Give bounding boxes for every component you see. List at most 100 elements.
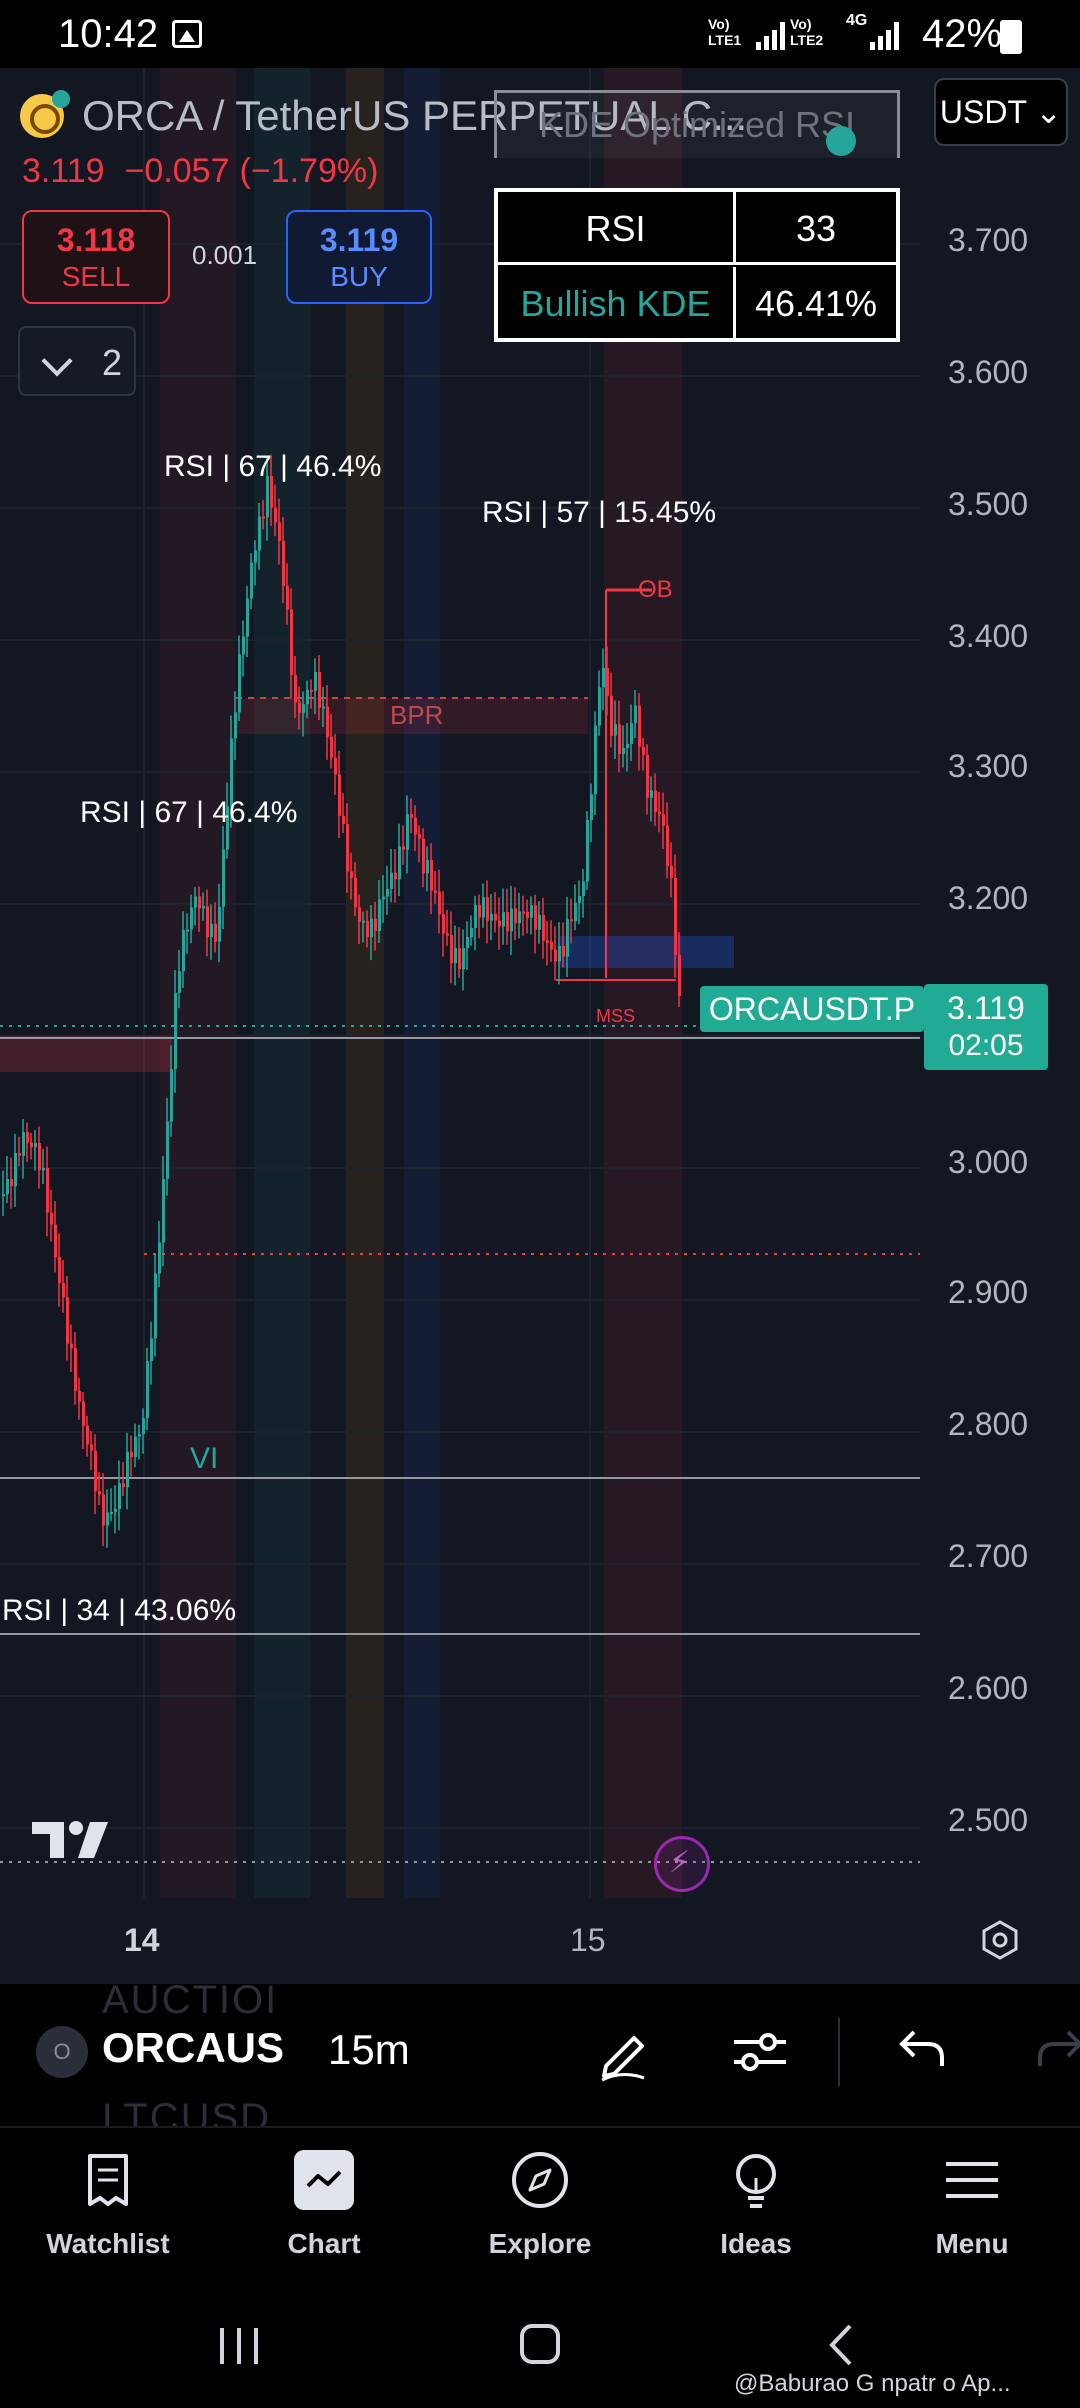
candle-body [74, 1348, 77, 1391]
candle-body [442, 914, 445, 934]
candle-body [38, 1143, 41, 1171]
indicators-sliders-icon[interactable] [728, 2020, 792, 2084]
candle-body [118, 1483, 121, 1509]
candle-body [202, 906, 205, 909]
buy-price: 3.119 [319, 222, 399, 258]
nav-watchlist[interactable]: Watchlist [8, 2138, 208, 2278]
candle-body [50, 1212, 53, 1225]
kde-row-bullish: Bullish KDE 46.41% [498, 267, 896, 340]
interval-button[interactable]: 15m [328, 2026, 410, 2074]
bar-countdown: 02:05 [948, 1029, 1024, 1062]
candle-body [334, 757, 337, 775]
candle-body [510, 908, 513, 932]
candle-body [70, 1343, 73, 1349]
candle-body [358, 907, 361, 922]
y-tick: 3.000 [948, 1144, 1029, 1180]
mss-label: MSS [596, 1006, 636, 1026]
y-tick: 3.700 [948, 222, 1029, 258]
watchlist-icon [88, 2154, 128, 2206]
tradingview-logo-icon [32, 1821, 108, 1858]
sim1-signal: Vo) LTE1 [708, 16, 794, 56]
nav-menu[interactable]: Menu [872, 2138, 1072, 2278]
candle-body [634, 705, 637, 723]
candle-body [546, 940, 549, 943]
kde-rsi-table: KDE Optimized RSI RSI 33 Bullish KDE 46.… [494, 90, 900, 342]
candle-body [198, 896, 201, 909]
nav-explore[interactable]: Explore [440, 2138, 640, 2278]
candle-body [530, 905, 533, 918]
candle-body [78, 1390, 81, 1402]
back-icon[interactable] [826, 2322, 856, 2368]
candle-body [34, 1143, 37, 1148]
pencil-draw-icon[interactable] [592, 2020, 656, 2084]
status-bar: 10:42 Vo) LTE1 Vo) LTE2 4G 42% [0, 0, 1080, 68]
candle-body [670, 865, 673, 879]
symbol-search-button[interactable]: ORCAUS [102, 2024, 284, 2072]
chart-area[interactable]: ORCA / TetherUS PERPETUAL C... 3.119 −0.0… [0, 68, 1080, 1984]
candle-body [394, 872, 397, 880]
sim2-signal: Vo) LTE2 4G [790, 12, 876, 56]
candle-body [478, 904, 481, 918]
candle-body [126, 1451, 129, 1488]
candle-body [638, 705, 641, 747]
candle-body [370, 918, 373, 938]
nav-label: Menu [935, 2228, 1009, 2259]
candle-body [102, 1494, 105, 1526]
fvg-zone [0, 1036, 172, 1072]
candle-body [290, 609, 293, 675]
candle-body [562, 945, 565, 957]
candle-body [558, 945, 561, 962]
candle-body [130, 1451, 133, 1457]
toolbar-divider [838, 2018, 840, 2086]
candle-body [94, 1450, 97, 1492]
candle-body [234, 712, 237, 739]
candle-body [258, 516, 261, 551]
candle-body [162, 1178, 165, 1243]
y-tick: 3.300 [948, 748, 1029, 784]
settings-hexagon-icon[interactable] [980, 1920, 1020, 1960]
currency-selector[interactable]: USDT ⌄ [934, 78, 1068, 146]
indicators-toggle-button[interactable]: 2 [18, 326, 136, 396]
session-band [604, 68, 682, 1898]
candle-body [390, 872, 393, 889]
candle-body [598, 687, 601, 726]
candle-body [650, 790, 653, 798]
kde-bullish-value: 46.41% [754, 283, 878, 324]
candle-body [538, 914, 541, 930]
candle-body [626, 743, 629, 748]
nav-chart[interactable]: Chart [224, 2138, 424, 2278]
home-icon[interactable] [518, 2322, 562, 2366]
candle-body [662, 814, 665, 826]
candle-body [462, 948, 465, 970]
candle-body [42, 1167, 45, 1171]
candle-body [322, 706, 325, 709]
undo-icon[interactable] [888, 2020, 952, 2084]
nav-ideas[interactable]: Ideas [656, 2138, 856, 2278]
recent-apps-icon[interactable] [214, 2324, 264, 2368]
candle-body [142, 1418, 145, 1435]
buy-button[interactable]: 3.119 BUY [286, 210, 432, 304]
candle-body [86, 1425, 89, 1445]
candle-body [590, 794, 593, 820]
candle-body [454, 948, 457, 964]
candle-body [122, 1483, 125, 1488]
candle-body [246, 598, 249, 637]
session-band [254, 68, 310, 1898]
candle-body [114, 1508, 117, 1512]
candle-body [566, 919, 569, 957]
redo-icon[interactable] [1030, 2020, 1080, 2084]
candle-body [470, 928, 473, 938]
sell-price: 3.118 [56, 222, 136, 258]
sell-button[interactable]: 3.118 SELL [22, 210, 170, 304]
battery-icon [1000, 20, 1022, 54]
candle-body [518, 911, 521, 924]
candle-body [406, 814, 409, 850]
candle-body [310, 689, 313, 692]
candle-body [82, 1401, 85, 1426]
candle-body [526, 911, 529, 918]
candle-body [542, 914, 545, 941]
candle-body [150, 1338, 153, 1362]
candle-body [602, 668, 605, 688]
lightning-icon[interactable] [654, 1836, 710, 1892]
symbol-avatar: O [36, 2026, 88, 2078]
